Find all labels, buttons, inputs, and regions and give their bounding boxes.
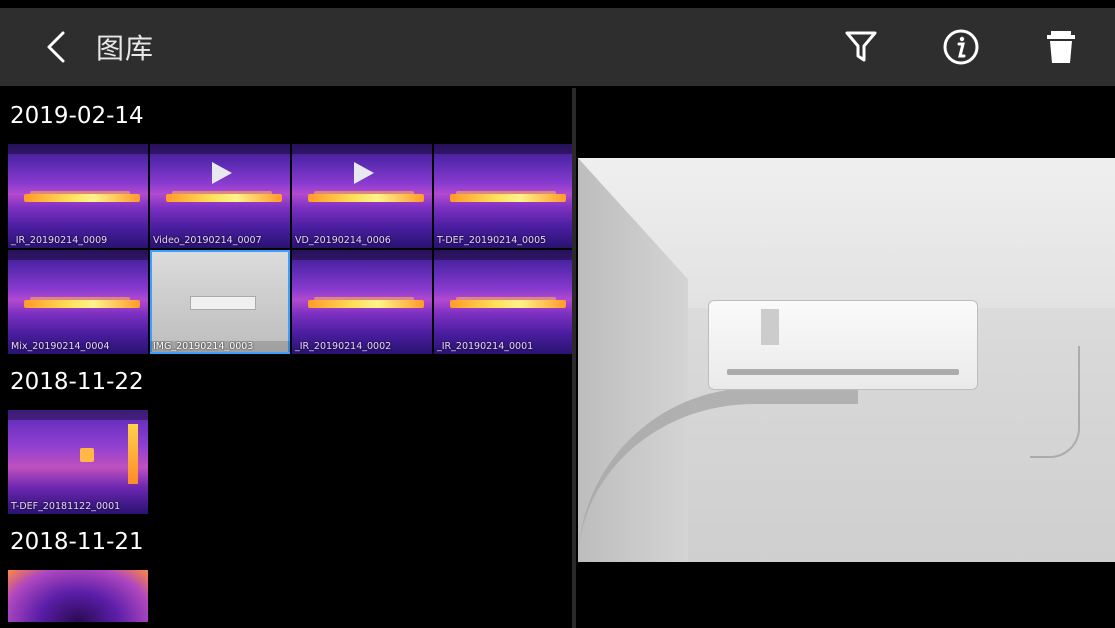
- heat-spot: [80, 448, 94, 462]
- thumbnail-label: _IR_20190214_0009: [11, 235, 108, 246]
- date-group-header: 2018-11-21: [10, 529, 144, 555]
- thumbnail-panel[interactable]: 2019-02-14 _IR_20190214_0009 Video_20190…: [0, 88, 572, 628]
- filter-button[interactable]: [831, 17, 891, 77]
- back-button[interactable]: [22, 8, 92, 86]
- date-group-header: 2019-02-14: [10, 103, 144, 129]
- thumbnail-grid: _IR_20190214_0009 Video_20190214_0007 VD…: [0, 144, 572, 354]
- thumbnail-item[interactable]: T-DEF_20181122_0001: [8, 410, 148, 514]
- thumbnail-label: VD_20190214_0006: [295, 235, 391, 246]
- thumbnail-label: Video_20190214_0007: [153, 235, 262, 246]
- heat-band: [24, 300, 140, 308]
- thumbnail-label: T-DEF_20181122_0001: [11, 501, 121, 512]
- thumbnail-item[interactable]: _IR_20190214_0009: [8, 144, 148, 248]
- page-title: 图库: [96, 32, 155, 65]
- thumbnail-grid: T-DEF_20181122_0001: [0, 410, 572, 514]
- air-conditioner: [708, 300, 978, 390]
- trash-icon: [1047, 31, 1075, 63]
- thumbnail-label: T-DEF_20190214_0005: [437, 235, 547, 246]
- thumb-info-strip: [292, 250, 432, 260]
- heat-band: [308, 300, 424, 308]
- heat-band: [24, 194, 140, 202]
- app-header: 图库: [0, 8, 1115, 86]
- ac-vent: [727, 369, 959, 375]
- thumbnail-grid: [0, 570, 572, 622]
- play-icon: [354, 162, 374, 184]
- thumb-info-strip: [8, 144, 148, 154]
- heat-band: [166, 194, 282, 202]
- ac-label: [761, 309, 779, 345]
- thumbnail-item[interactable]: Mix_20190214_0004: [8, 250, 148, 354]
- header-actions: [791, 8, 1115, 86]
- thumbnail-item[interactable]: T-DEF_20190214_0005: [434, 144, 572, 248]
- thumbnail-label: _IR_20190214_0002: [295, 341, 392, 352]
- thumb-info-strip: [292, 144, 432, 154]
- thumbnail-label: Mix_20190214_0004: [11, 341, 110, 352]
- preview-image[interactable]: [578, 158, 1115, 562]
- thumbnail-item[interactable]: _IR_20190214_0002: [292, 250, 432, 354]
- thumbnail-item[interactable]: _IR_20190214_0001: [434, 250, 572, 354]
- thumb-info-strip: [150, 144, 290, 154]
- status-strip: [0, 0, 1115, 8]
- preview-panel: [576, 88, 1115, 628]
- thumbnail-item[interactable]: [8, 570, 148, 622]
- info-button[interactable]: [931, 17, 991, 77]
- cable: [1030, 346, 1080, 458]
- thumbnail-item[interactable]: VD_20190214_0006: [292, 144, 432, 248]
- date-group-header: 2018-11-22: [10, 369, 144, 395]
- back-arrow-icon: [47, 31, 65, 63]
- info-icon: [943, 29, 979, 65]
- heat-band: [450, 194, 566, 202]
- thumb-info-strip: [434, 250, 572, 260]
- thumbnail-label: IMG_20190214_0003: [150, 341, 290, 352]
- thumb-info-strip: [434, 144, 572, 154]
- thumb-photo-content: [190, 296, 256, 310]
- play-icon: [212, 162, 232, 184]
- delete-button[interactable]: [1031, 17, 1091, 77]
- gallery-screen: 图库 2019-02-14 _IR_20190214_0009 Video_20…: [0, 0, 1115, 628]
- thumbnail-item-selected[interactable]: IMG_20190214_0003: [150, 250, 290, 354]
- thumbnail-item[interactable]: Video_20190214_0007: [150, 144, 290, 248]
- thumb-info-strip: [8, 410, 148, 420]
- thumb-info-strip: [8, 250, 148, 260]
- filter-icon: [845, 31, 877, 62]
- heat-spot: [128, 424, 138, 484]
- heat-band: [450, 300, 566, 308]
- heat-band: [308, 194, 424, 202]
- thumbnail-label: _IR_20190214_0001: [437, 341, 534, 352]
